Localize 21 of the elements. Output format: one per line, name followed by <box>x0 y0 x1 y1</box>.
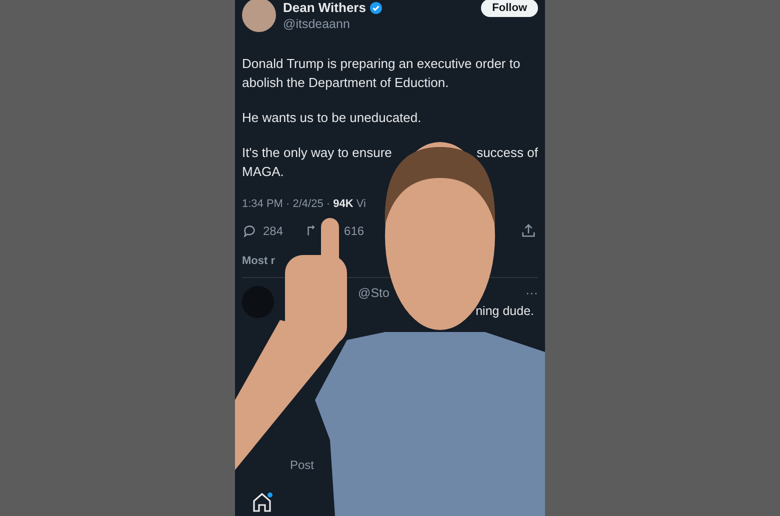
tweet-timestamp: 1:34 PM · 2/4/25 · 94K Vi <box>242 198 367 210</box>
author-avatar <box>242 0 276 32</box>
reply-text: ning dude. <box>476 304 534 318</box>
more-options-icon[interactable]: ··· <box>526 286 538 300</box>
tweet-text: success of <box>476 144 538 162</box>
tweet-text: Donald Trump is preparing an executive order to abolish the Department of Eduction. <box>242 55 522 92</box>
share-icon[interactable] <box>521 223 536 238</box>
author-name: Dean Withers <box>283 0 366 15</box>
tweet-text: It's the only way to ensure <box>242 144 392 162</box>
sort-menu[interactable]: Most r <box>242 255 275 267</box>
reply-handle: @Sto <box>358 286 390 300</box>
verified-badge-icon <box>370 2 382 14</box>
reply-icon[interactable] <box>242 223 257 238</box>
reply-field[interactable]: Post <box>290 458 314 472</box>
reply-count: 284 <box>263 224 284 238</box>
follow-button[interactable]: Follow <box>481 0 538 17</box>
tweet-text: He wants us to be uneducated. <box>242 109 422 127</box>
repost-count: 616 <box>344 224 364 238</box>
author-handle: @itsdeaann <box>283 17 351 31</box>
home-icon[interactable] <box>252 492 274 512</box>
tweet-text: MAGA. <box>242 163 285 181</box>
